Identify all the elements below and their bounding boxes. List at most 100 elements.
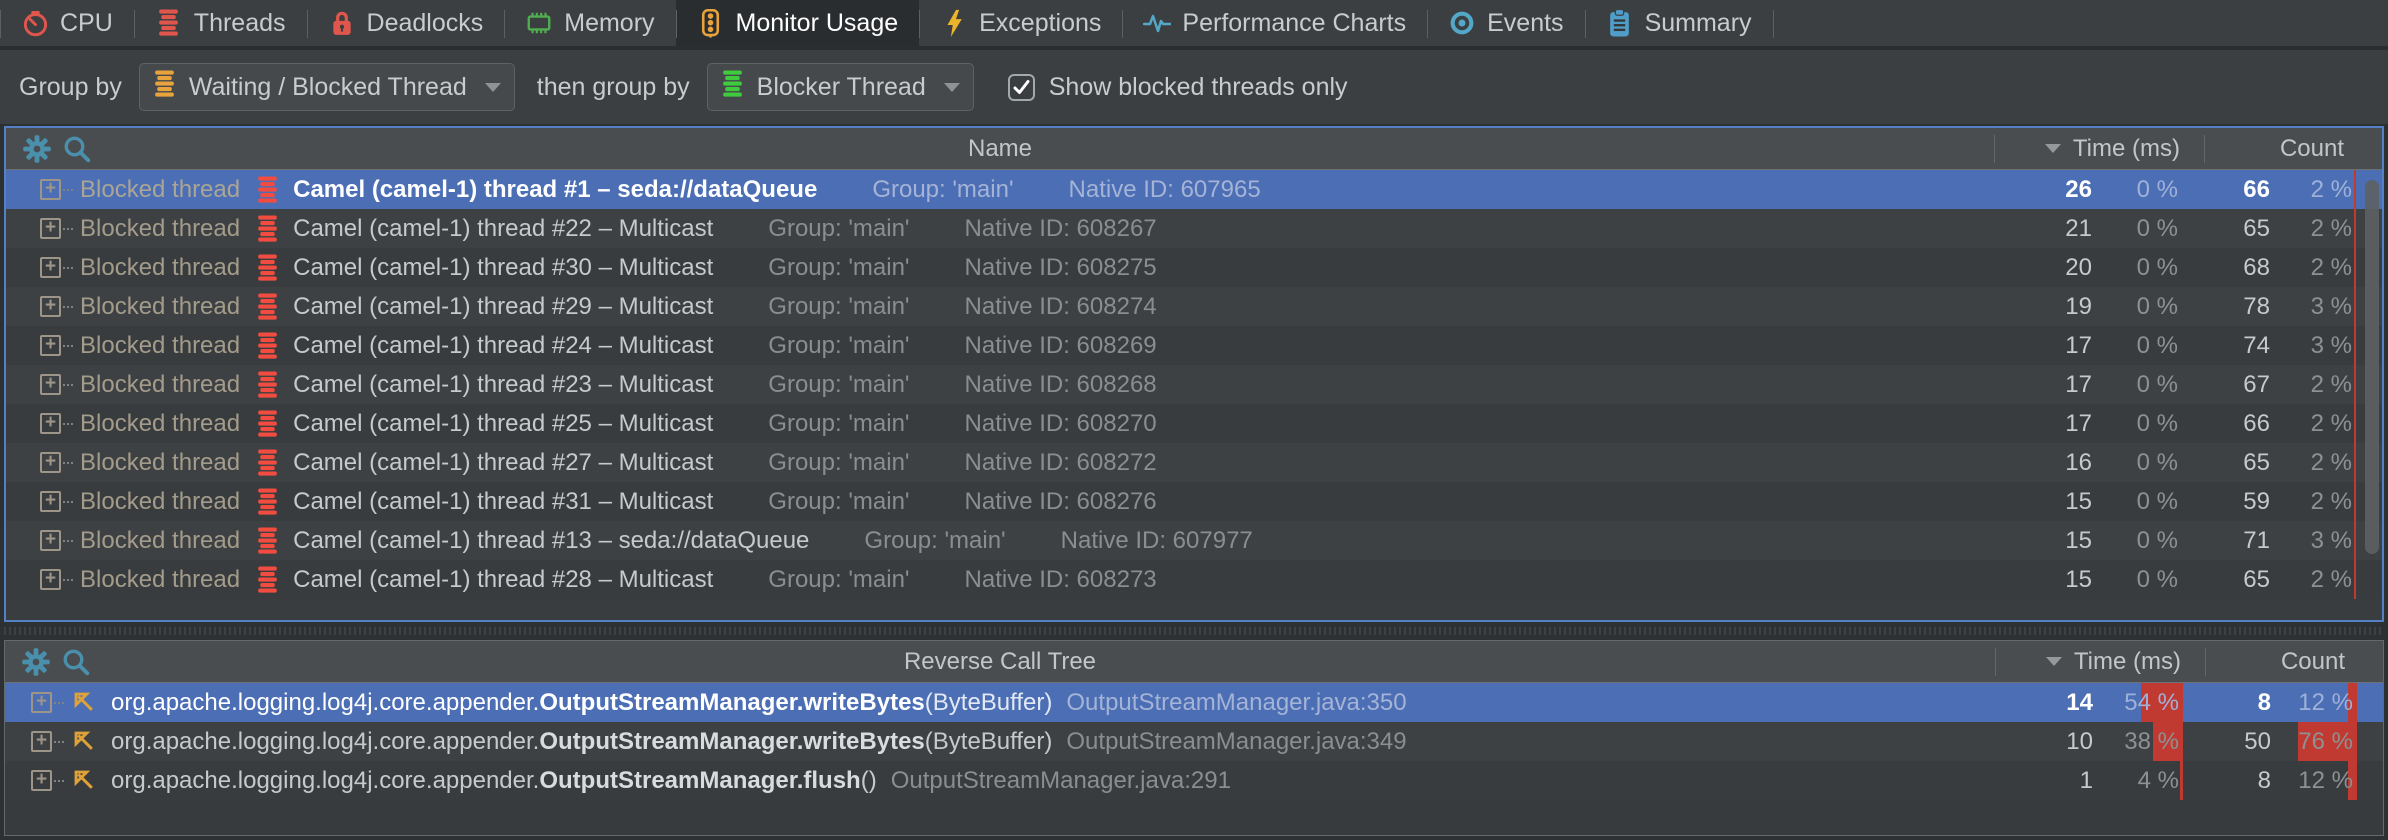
show-blocked-threads-only-option[interactable]: Show blocked threads only: [1008, 73, 1348, 102]
then-group-by-dropdown[interactable]: Blocker Thread: [707, 63, 974, 111]
expand-icon[interactable]: +: [40, 374, 61, 395]
expand-icon[interactable]: +: [40, 179, 61, 200]
chevron-down-icon: [485, 83, 501, 92]
blocked-thread-row[interactable]: + Blocked thread Camel (camel-1) thread …: [6, 443, 2382, 482]
thread-name: Camel (camel-1) thread #27 – Multicast: [293, 449, 713, 477]
tab-icon: [1448, 9, 1476, 37]
thread-native-id: Native ID: 608267: [965, 215, 1157, 243]
time-value: 15: [1994, 566, 2112, 594]
thread-kind-label: Blocked thread: [80, 566, 240, 594]
time-value: 10: [1995, 728, 2113, 756]
vertical-scrollbar[interactable]: [2364, 172, 2380, 618]
profiler-tab[interactable]: Memory: [504, 0, 675, 46]
profiler-tab[interactable]: Performance Charts: [1122, 0, 1427, 46]
tab-icon: [697, 9, 725, 37]
count-column-header[interactable]: Count: [2205, 641, 2383, 682]
expand-icon[interactable]: +: [31, 692, 52, 713]
profiler-tab[interactable]: Summary: [1585, 0, 1773, 46]
expand-icon[interactable]: +: [40, 530, 61, 551]
time-column-header[interactable]: Time (ms): [1994, 128, 2204, 169]
profiler-tab[interactable]: Threads: [134, 0, 307, 46]
blocked-thread-row[interactable]: + Blocked thread Camel (camel-1) thread …: [6, 482, 2382, 521]
blocked-thread-state-icon: [256, 293, 279, 321]
count-value: 68: [2204, 254, 2290, 282]
count-value: 74: [2204, 332, 2290, 360]
thread-name: Camel (camel-1) thread #25 – Multicast: [293, 410, 713, 438]
thread-native-id: Native ID: 608270: [965, 410, 1157, 438]
time-value: 15: [1994, 527, 2112, 555]
thread-kind-label: Blocked thread: [80, 449, 240, 477]
blocked-thread-state-icon: [256, 215, 279, 243]
tab-bar: CPU Threads Deadlocks Memory Monitor Usa…: [0, 0, 2388, 50]
blocked-thread-row[interactable]: + Blocked thread Camel (camel-1) thread …: [6, 209, 2382, 248]
profiler-tab[interactable]: Events: [1427, 0, 1584, 46]
thread-kind-label: Blocked thread: [80, 332, 240, 360]
blocked-thread-row[interactable]: + Blocked thread Camel (camel-1) thread …: [6, 404, 2382, 443]
thread-kind-label: Blocked thread: [80, 371, 240, 399]
blocked-thread-row[interactable]: + Blocked thread Camel (camel-1) thread …: [6, 287, 2382, 326]
call-tree-row[interactable]: + org.apache.logging.log4j.core.appender…: [5, 761, 2383, 800]
panel-splitter[interactable]: [4, 622, 2384, 640]
tab-label: Exceptions: [979, 9, 1101, 38]
count-value: 78: [2204, 293, 2290, 321]
time-percent: 0 %: [2112, 404, 2204, 443]
count-value: 65: [2204, 449, 2290, 477]
time-value: 14: [1995, 689, 2113, 717]
thread-group: Group: 'main': [768, 215, 909, 243]
expand-icon[interactable]: +: [40, 569, 61, 590]
caller-arrow-icon: [71, 728, 98, 755]
time-value: 1: [1995, 767, 2113, 795]
time-column-title: Time (ms): [2073, 135, 2180, 163]
time-value: 21: [1994, 215, 2112, 243]
name-column-header[interactable]: Name: [6, 128, 1994, 169]
expand-icon[interactable]: +: [40, 257, 61, 278]
time-column-header[interactable]: Time (ms): [1995, 641, 2205, 682]
thread-name: Camel (camel-1) thread #28 – Multicast: [293, 566, 713, 594]
thread-name: Camel (camel-1) thread #31 – Multicast: [293, 488, 713, 516]
method-args: (ByteBuffer): [925, 689, 1053, 717]
profiler-tab[interactable]: CPU: [0, 0, 134, 46]
thread-native-id: Native ID: 608276: [965, 488, 1157, 516]
scrollbar-thumb[interactable]: [2365, 180, 2379, 554]
time-percent: 0 %: [2112, 560, 2204, 599]
expand-icon[interactable]: +: [40, 413, 61, 434]
blocked-thread-row[interactable]: + Blocked thread Camel (camel-1) thread …: [6, 560, 2382, 599]
count-value: 66: [2204, 410, 2290, 438]
time-column-title: Time (ms): [2074, 648, 2181, 676]
blocked-thread-row[interactable]: + Blocked thread Camel (camel-1) thread …: [6, 521, 2382, 560]
count-column-header[interactable]: Count: [2204, 128, 2382, 169]
tree-connector: [63, 345, 73, 347]
call-tree-row[interactable]: + org.apache.logging.log4j.core.appender…: [5, 683, 2383, 722]
expand-icon[interactable]: +: [31, 770, 52, 791]
thread-group: Group: 'main': [768, 410, 909, 438]
expand-icon[interactable]: +: [40, 335, 61, 356]
caller-arrow-icon: [71, 689, 98, 716]
blocked-thread-state-icon: [256, 254, 279, 282]
expand-icon[interactable]: +: [40, 491, 61, 512]
profiler-window: CPU Threads Deadlocks Memory Monitor Usa…: [0, 0, 2388, 840]
group-by-dropdown[interactable]: Waiting / Blocked Thread: [139, 63, 515, 111]
checkbox[interactable]: [1008, 74, 1035, 101]
blocked-thread-row[interactable]: + Blocked thread Camel (camel-1) thread …: [6, 326, 2382, 365]
blocked-thread-row[interactable]: + Blocked thread Camel (camel-1) thread …: [6, 248, 2382, 287]
method-name: OutputStreamManager.writeBytes: [539, 728, 924, 756]
group-by-label: Group by: [19, 73, 122, 102]
blocked-thread-state-icon: [256, 176, 279, 204]
tree-connector: [63, 228, 73, 230]
call-tree-title: Reverse Call Tree: [5, 648, 1995, 676]
profiler-tab[interactable]: Exceptions: [919, 0, 1122, 46]
group-by-value: Waiting / Blocked Thread: [189, 73, 467, 102]
blocked-thread-row[interactable]: + Blocked thread Camel (camel-1) thread …: [6, 170, 2382, 209]
expand-icon[interactable]: +: [40, 452, 61, 473]
expand-icon[interactable]: +: [40, 218, 61, 239]
time-percent: 0 %: [2112, 287, 2204, 326]
blocked-thread-row[interactable]: + Blocked thread Camel (camel-1) thread …: [6, 365, 2382, 404]
profiler-tab[interactable]: Deadlocks: [307, 0, 505, 46]
expand-icon[interactable]: +: [40, 296, 61, 317]
time-value: 26: [1994, 176, 2112, 204]
tab-icon: [155, 9, 183, 37]
expand-icon[interactable]: +: [31, 731, 52, 752]
profiler-tab[interactable]: Monitor Usage: [676, 0, 920, 46]
waiting-blocked-thread-icon: [153, 70, 176, 105]
call-tree-row[interactable]: + org.apache.logging.log4j.core.appender…: [5, 722, 2383, 761]
